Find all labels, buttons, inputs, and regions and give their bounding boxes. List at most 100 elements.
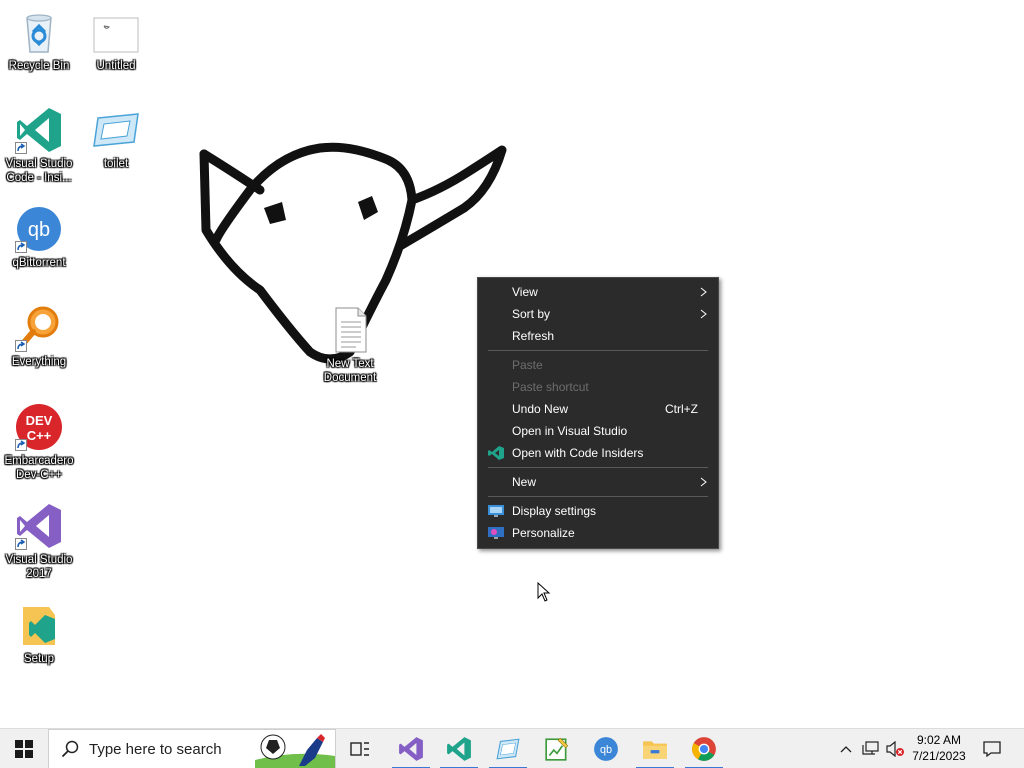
desktop-icon-everything[interactable]: Everything: [1, 304, 77, 369]
menu-item-view[interactable]: View: [478, 281, 718, 303]
vscode-insiders-icon: [447, 737, 471, 761]
everything-search-icon: [15, 304, 63, 352]
taskbar-app-paint[interactable]: [487, 729, 529, 768]
start-button[interactable]: [0, 729, 48, 768]
visual-studio-icon: [399, 737, 423, 761]
desktop-icon-label: Embarcadero Dev-C++: [4, 455, 74, 481]
svg-text:qb: qb: [600, 744, 612, 756]
desktop-icon-vscode-insiders[interactable]: Visual Studio Code - Insi...: [1, 106, 77, 185]
desktop-icon-toilet[interactable]: toilet: [78, 106, 154, 171]
taskbar-app-chart-editor[interactable]: [536, 729, 578, 768]
menu-item-label: Display settings: [512, 504, 597, 518]
image-file-icon: [92, 8, 140, 56]
personalize-icon: [488, 527, 504, 539]
chevron-right-icon: [700, 309, 707, 319]
menu-item-label: Open with Code Insiders: [512, 446, 644, 460]
menu-item-label: View: [512, 285, 538, 299]
shortcut-arrow-icon: [15, 241, 27, 253]
menu-item-label: Open in Visual Studio: [512, 424, 628, 438]
vscode-insiders-icon: [15, 106, 63, 154]
desktop-icon-label: Visual Studio 2017: [5, 554, 73, 580]
menu-separator: [488, 496, 708, 497]
qbittorrent-icon: qb: [15, 205, 63, 253]
desktop-icon-label: qBittorrent: [12, 257, 66, 269]
menu-item-paste-shortcut: Paste shortcut: [478, 376, 718, 398]
recycle-bin-icon: [15, 8, 63, 56]
menu-item-label: Paste shortcut: [512, 380, 589, 394]
paint-file-icon: [92, 106, 140, 154]
folder-icon: [643, 741, 667, 759]
menu-item-personalize[interactable]: Personalize: [478, 522, 718, 544]
menu-separator: [488, 467, 708, 468]
network-button[interactable]: [860, 729, 882, 768]
clock-time: 9:02 AM: [916, 733, 962, 747]
svg-text:C++: C++: [27, 428, 52, 443]
desktop-icon-label: toilet: [103, 158, 129, 170]
menu-item-open-with-code-insiders[interactable]: Open with Code Insiders: [478, 442, 718, 464]
desktop-icon-untitled[interactable]: Untitled: [78, 8, 154, 73]
desktop-context-menu: View Sort by Refresh Paste Paste shortcu…: [477, 277, 719, 549]
taskbar-search-box[interactable]: Type here to search: [48, 729, 336, 768]
menu-item-refresh[interactable]: Refresh: [478, 325, 718, 347]
menu-item-sort-by[interactable]: Sort by: [478, 303, 718, 325]
shortcut-arrow-icon: [15, 439, 27, 451]
menu-item-display-settings[interactable]: Display settings: [478, 500, 718, 522]
desktop-icon-setup[interactable]: Setup: [1, 601, 77, 666]
desktop-icon-label: Visual Studio Code - Insi...: [5, 158, 73, 184]
dev-cpp-icon: DEV C++: [15, 403, 63, 451]
text-document-icon: [326, 306, 374, 354]
desktop-icon-new-text-document[interactable]: New Text Document: [312, 306, 388, 385]
menu-item-open-in-visual-studio[interactable]: Open in Visual Studio: [478, 420, 718, 442]
display-settings-icon: [488, 505, 504, 517]
taskbar-app-visual-studio[interactable]: [390, 729, 432, 768]
show-hidden-icons-button[interactable]: [836, 729, 856, 768]
volume-button[interactable]: [884, 729, 906, 768]
menu-separator: [488, 350, 708, 351]
taskbar: Type here to search qb 9:02 AM 7/21/2023: [0, 728, 1024, 768]
desktop-icon-label: Everything: [11, 356, 67, 368]
mouse-cursor-icon: [537, 582, 551, 602]
chevron-up-icon: [840, 746, 852, 753]
menu-item-shortcut: Ctrl+Z: [665, 402, 698, 416]
desktop-icon-dev-cpp[interactable]: DEV C++ Embarcadero Dev-C++: [1, 403, 77, 482]
volume-muted-icon: [886, 741, 904, 757]
desktop-icon-label: Untitled: [96, 60, 136, 72]
clock-date: 7/21/2023: [912, 749, 966, 763]
menu-item-label: Sort by: [512, 307, 551, 321]
search-placeholder: Type here to search: [89, 741, 222, 758]
taskbar-app-chrome[interactable]: [683, 729, 725, 768]
menu-item-undo-new[interactable]: Undo New Ctrl+Z: [478, 398, 718, 420]
menu-item-label: Paste: [512, 358, 543, 372]
desktop-icon-recycle-bin[interactable]: Recycle Bin: [1, 8, 77, 73]
taskbar-app-vscode-insiders[interactable]: [438, 729, 480, 768]
desktop-icon-label: Recycle Bin: [8, 60, 70, 72]
taskbar-app-file-explorer[interactable]: [634, 729, 676, 768]
shortcut-arrow-icon: [15, 538, 27, 550]
desktop-icon-qbittorrent[interactable]: qb qBittorrent: [1, 205, 77, 270]
menu-item-new[interactable]: New: [478, 471, 718, 493]
search-highlight-soccer-icon: [255, 734, 335, 768]
shortcut-arrow-icon: [15, 142, 27, 154]
menu-item-label: Undo New: [512, 402, 569, 416]
visual-studio-icon: [15, 502, 63, 550]
svg-text:DEV: DEV: [26, 413, 53, 428]
desktop-icon-label: Setup: [23, 653, 55, 665]
notifications-icon: [983, 741, 1001, 758]
task-view-button[interactable]: [338, 729, 382, 768]
taskbar-app-qbittorrent[interactable]: qb: [585, 729, 627, 768]
search-icon: [61, 740, 79, 758]
network-wired-icon: [862, 741, 879, 755]
taskbar-clock[interactable]: 9:02 AM 7/21/2023: [906, 732, 972, 764]
menu-item-label: Personalize: [512, 526, 575, 540]
desktop-icon-visual-studio[interactable]: Visual Studio 2017: [1, 502, 77, 581]
menu-item-label: New: [512, 475, 537, 489]
paint-icon: [496, 738, 520, 760]
svg-text:qb: qb: [28, 219, 50, 241]
chevron-right-icon: [700, 477, 707, 487]
windows-logo-icon: [15, 740, 33, 758]
action-center-button[interactable]: [978, 729, 1006, 768]
chart-editor-icon: [545, 737, 569, 761]
vscode-insiders-icon: [488, 446, 504, 460]
qbittorrent-icon: qb: [594, 737, 618, 761]
chevron-right-icon: [700, 287, 707, 297]
